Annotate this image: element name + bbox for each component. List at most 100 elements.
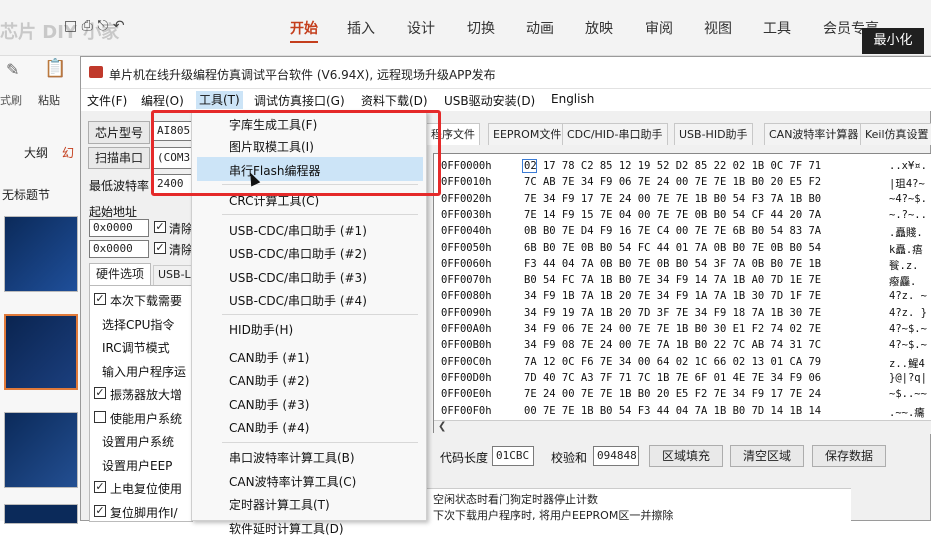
log-line: 空闲状态时看门狗定时器停止计数: [433, 493, 598, 506]
hex-address: 0FF00D0h: [441, 371, 492, 384]
tools-menu-item[interactable]: USB-CDC/串口助手 (#3): [229, 269, 367, 286]
tools-menu-item[interactable]: 软件延时计算工具(D): [229, 520, 344, 537]
hex-bytes: 34 F9 1B 7A 1B 20 7E 34 F9 1A 7A 1B 30 7…: [524, 290, 822, 303]
option-checkbox[interactable]: ✓: [94, 481, 106, 493]
menu-item[interactable]: 文件(F): [87, 92, 127, 109]
right-tab-bar: 程序文件 EEPROM文件 CDC/HID-串口助手 USB-HID助手 CAN波特率计…: [426, 123, 931, 145]
hex-address: 0FF00A0h: [441, 323, 492, 335]
ribbon-tab[interactable]: 动画: [526, 18, 554, 38]
hex-row: 0FF00A0h 34 F9 06 7E 24 00 7E 7E 1B B0 30…: [434, 323, 931, 336]
ribbon-tabs: 开始 插入 设计 切换 动画 放映 审阅 视图 工具 会员专享: [0, 8, 931, 48]
tab-right[interactable]: USB-HID助手: [674, 123, 753, 145]
hex-row: 0FF0020h 7E 34 F9 17 7E 24 00 7E 7E 1B B0…: [434, 193, 931, 206]
hex-row: 0FF0070h B0 54 FC 7A 1B B0 7E 34 F9 14 7A…: [434, 274, 931, 289]
tools-menu-item[interactable]: USB-CDC/串口助手 (#2): [229, 245, 367, 262]
option-label: IRC调节模式: [102, 341, 170, 355]
tab-hardware-options[interactable]: 硬件选项: [89, 263, 152, 285]
slide-thumbnail[interactable]: [4, 314, 78, 390]
hex-view[interactable]: 0FF0000h 02 17 78 C2 85 12 19 52 D2 85 22…: [433, 153, 931, 433]
tools-menu-item[interactable]: HID助手(H): [229, 321, 293, 338]
menu-item[interactable]: English: [551, 92, 594, 106]
tools-menu-item[interactable]: CAN助手 (#1): [229, 349, 309, 366]
option-checkbox[interactable]: ✓: [94, 387, 106, 399]
format-painter-label[interactable]: 式刷: [0, 92, 22, 108]
hex-address: 0FF0060h: [441, 257, 492, 270]
hex-bytes: 7A 12 0C F6 7E 34 00 64 02 1C 66 02 13 0…: [524, 355, 822, 368]
option-label: 输入用户程序运: [102, 364, 187, 379]
tab-usb-link[interactable]: USB-L: [153, 265, 196, 285]
clear-region-button[interactable]: 清空区域: [730, 445, 804, 467]
scroll-left-arrow[interactable]: ❮: [438, 421, 446, 432]
option-label: 上电复位使用: [110, 482, 183, 496]
tools-menu-item[interactable]: 串口波特率计算工具(B): [229, 449, 355, 466]
hex-bytes: 7E 34 F9 17 7E 24 00 7E 7E 1B B0 54 F3 7…: [524, 192, 822, 205]
thumbnail-tab[interactable]: 幻: [62, 144, 74, 161]
option-checkbox[interactable]: ✓: [94, 504, 106, 517]
hex-row: 0FF00B0h 34 F9 08 7E 24 00 7E 7A 1B B0 22…: [434, 339, 931, 352]
ribbon-tab[interactable]: 设计: [407, 18, 435, 38]
menu-item[interactable]: 工具(T): [196, 91, 243, 109]
tools-menu-item[interactable]: CAN助手 (#2): [229, 372, 309, 389]
hex-row: 0FF00D0h 7D 40 7C A3 7F 71 7C 1B 7E 6F 01…: [434, 372, 931, 385]
hex-ascii: z..鯹4: [889, 357, 925, 370]
ribbon-tab[interactable]: 放映: [585, 18, 613, 38]
clear-checkbox[interactable]: ✓: [154, 242, 166, 254]
hex-ascii: }@|?q|: [889, 371, 927, 384]
ribbon-tab[interactable]: 切换: [467, 18, 495, 38]
checksum-label: 校验和: [551, 451, 588, 465]
slide-thumbnail[interactable]: [4, 412, 78, 488]
hex-ascii: |珇4?~: [889, 178, 925, 191]
region-fill-button[interactable]: 区域填充: [649, 445, 723, 467]
menu-item[interactable]: 资料下载(D): [361, 92, 428, 109]
option-checkbox[interactable]: [94, 410, 106, 423]
hex-bytes: 0B B0 7E D4 F9 16 7E C4 00 7E 7E 6B B0 5…: [524, 225, 822, 238]
hex-ascii: .矗賤.: [889, 227, 923, 240]
start-address-input[interactable]: 0x0000: [89, 219, 149, 237]
clear-checkbox[interactable]: ✓: [154, 221, 166, 233]
option-label: 选择CPU指令: [102, 317, 175, 332]
hex-address: 0FF0070h: [441, 274, 492, 287]
tools-menu-item[interactable]: CAN助手 (#4): [229, 419, 309, 436]
hex-row: 0FF0040h 0B B0 7E D4 F9 16 7E C4 00 7E 7E…: [434, 225, 931, 240]
eeprom-address-input[interactable]: 0x0000: [89, 240, 149, 258]
hex-bytes: B0 54 FC 7A 1B B0 7E 34 F9 14 7A 1B A0 7…: [524, 274, 822, 287]
tools-menu-item[interactable]: USB-CDC/串口助手 (#4): [229, 292, 367, 309]
tools-menu-item[interactable]: USB-CDC/串口助手 (#1): [229, 222, 367, 239]
hex-bytes: 02 17 78 C2 85 12 19 52 D2 85 22 02 1B 0…: [524, 160, 822, 172]
menu-item[interactable]: 调试仿真接口(G): [254, 92, 345, 109]
background-app-ribbon: 芯片 DIY 小家 □ ⎙ ⎋ ↶ 开始 插入 设计 切换 动画 放映 审阅 视图 工具 会员专享: [0, 0, 931, 56]
slide-thumbnail[interactable]: [4, 504, 78, 524]
menu-item[interactable]: 编程(O): [141, 92, 184, 109]
outline-tab[interactable]: 大纲: [24, 144, 48, 161]
save-data-button[interactable]: 保存数据: [812, 445, 886, 467]
paste-label[interactable]: 粘贴: [38, 92, 60, 108]
hex-address: 0FF00C0h: [441, 355, 492, 368]
ribbon-tab[interactable]: 插入: [347, 18, 375, 38]
tab-right[interactable]: EEPROM文件: [488, 123, 567, 145]
tab-right[interactable]: Keil仿真设置: [860, 123, 931, 145]
hex-row: 0FF0080h 34 F9 1B 7A 1B 20 7E 34 F9 1A 7A…: [434, 290, 931, 303]
menu-item[interactable]: USB驱动安装(D): [444, 92, 535, 109]
hex-bytes: 7C AB 7E 34 F9 06 7E 24 00 7E 7E 1B B0 2…: [524, 176, 822, 189]
hex-bytes: 34 F9 19 7A 1B 20 7D 3F 7E 34 F9 18 7A 1…: [524, 306, 822, 319]
option-label: 本次下载需要: [110, 294, 183, 308]
ribbon-tab[interactable]: 开始: [290, 18, 318, 43]
ribbon-tab[interactable]: 审阅: [645, 18, 673, 38]
tools-menu-item[interactable]: CAN助手 (#3): [229, 396, 309, 413]
option-label: 设置用户系统: [102, 435, 175, 449]
ribbon-tab[interactable]: 视图: [704, 18, 732, 38]
tools-menu-item[interactable]: 定时器计算工具(T): [229, 496, 330, 513]
scan-port-button[interactable]: 扫描串口: [88, 147, 150, 169]
clipboard-icon[interactable]: 📋: [44, 58, 66, 79]
tab-right[interactable]: CDC/HID-串口助手: [562, 123, 668, 145]
tab-right[interactable]: CAN波特率计算器: [764, 123, 864, 145]
slide-thumbnail[interactable]: [4, 216, 78, 292]
hex-ascii: .~~.癟: [889, 406, 925, 419]
paste-icon[interactable]: ✎: [6, 60, 19, 79]
menu-separator: [222, 442, 418, 443]
ribbon-tab[interactable]: 工具: [763, 18, 791, 38]
horizontal-scrollbar[interactable]: ❮: [434, 420, 931, 434]
hex-ascii: 癈麤.: [889, 276, 917, 289]
option-checkbox[interactable]: ✓: [94, 293, 106, 305]
tools-menu-item[interactable]: CAN波特率计算工具(C): [229, 473, 356, 490]
